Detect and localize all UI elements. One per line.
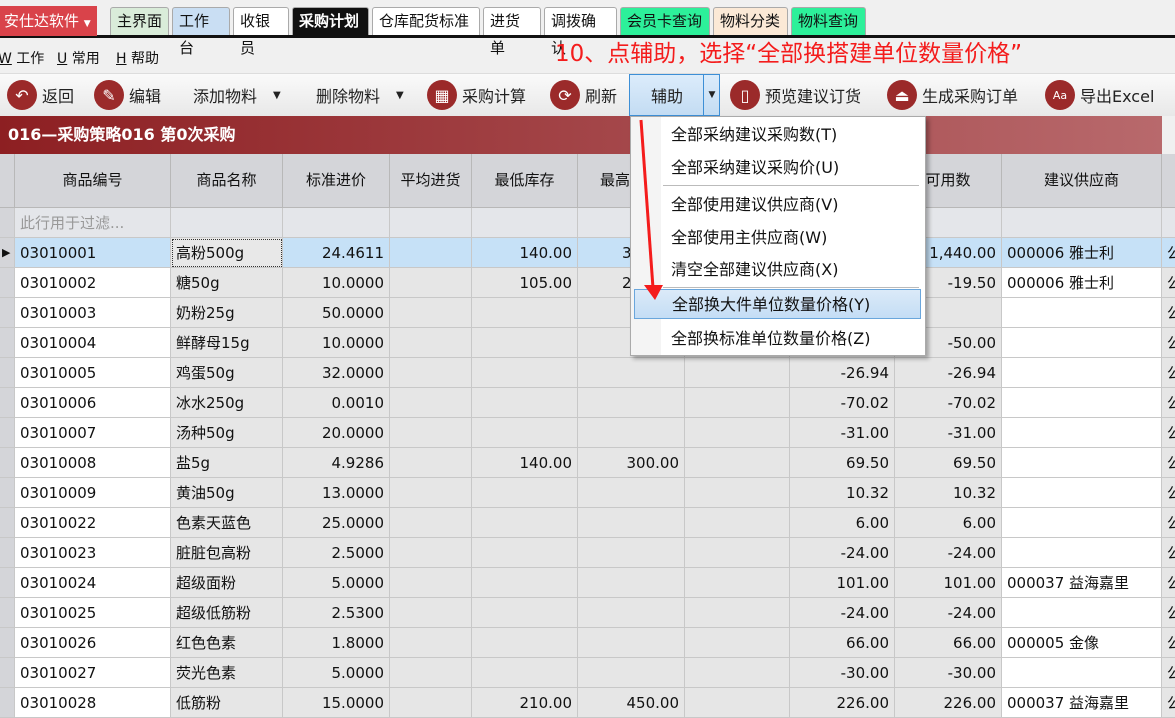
annotation-arrow xyxy=(639,119,663,300)
